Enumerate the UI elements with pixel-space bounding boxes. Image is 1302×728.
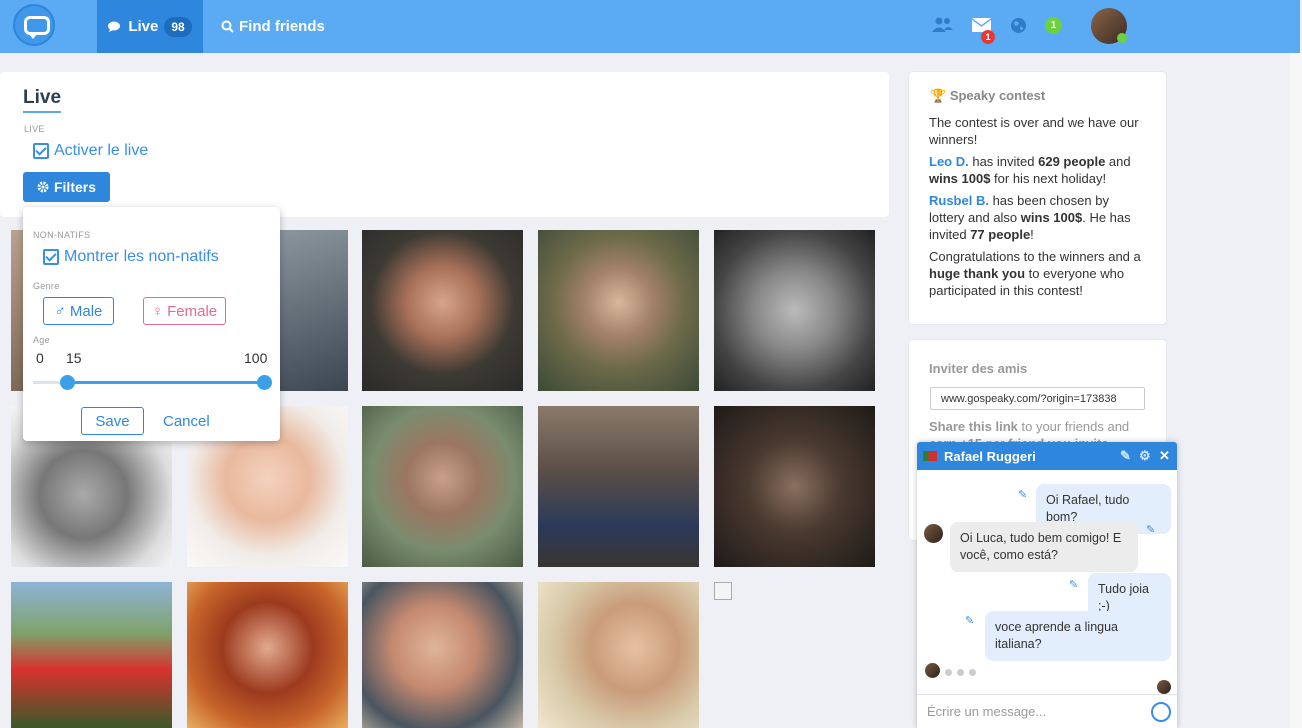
nav-live-label: Live	[128, 18, 159, 35]
age-min-value: 0	[36, 350, 44, 366]
contest-text: 77 people	[970, 227, 1031, 242]
broken-image-icon	[714, 582, 732, 600]
seen-avatar	[1157, 680, 1171, 694]
chat-bubbles-icon	[108, 21, 121, 32]
female-button[interactable]: ♀ Female	[143, 297, 226, 325]
filters-button-label: Filters	[53, 179, 96, 195]
contest-winner-1: Leo D. has invited 629 people and wins 1…	[929, 153, 1144, 187]
contest-text: has invited	[968, 154, 1039, 169]
contest-title-text: Speaky contest	[949, 88, 1046, 103]
winner-2-name-link[interactable]: Rusbel B.	[929, 193, 989, 208]
user-photo[interactable]	[362, 230, 523, 391]
contest-intro: The contest is over and we have our winn…	[929, 115, 1139, 147]
notifications-badge[interactable]: 1	[1045, 17, 1062, 34]
invite-title: Inviter des amis	[929, 361, 1028, 376]
nav-find-friends-label: Find friends	[239, 18, 325, 35]
contact-avatar	[924, 524, 943, 543]
male-button[interactable]: ♂ Male	[43, 297, 114, 325]
male-label: Male	[69, 302, 103, 320]
typing-indicator	[957, 669, 964, 676]
gear-icon	[37, 181, 49, 193]
user-photo[interactable]	[187, 582, 348, 728]
user-photo[interactable]	[714, 230, 875, 391]
search-icon	[221, 20, 234, 33]
contest-congrats: Congratulations to the winners and a hug…	[929, 248, 1144, 299]
contest-text: wins 100$	[929, 171, 991, 186]
pen-icon[interactable]: ✎	[1120, 448, 1131, 464]
trophy-icon: 🏆	[930, 88, 947, 103]
contest-title: 🏆 Speaky contest	[930, 88, 1045, 104]
female-label: Female	[167, 302, 218, 320]
typing-indicator	[945, 669, 952, 676]
chat-message-out: voce aprende a lingua italiana?	[985, 611, 1171, 661]
show-non-natives-label: Montrer les non-natifs	[64, 248, 219, 265]
contact-avatar	[925, 663, 940, 678]
user-photo[interactable]	[538, 582, 699, 728]
genre-label: Genre	[33, 281, 60, 291]
user-photo[interactable]	[538, 406, 699, 567]
contest-text: huge thank you	[929, 266, 1026, 281]
gear-icon[interactable]: ⚙	[1139, 448, 1151, 464]
nav-live-tab[interactable]: Live 98	[97, 0, 203, 53]
save-button[interactable]: Save	[81, 407, 144, 435]
online-status-icon	[1117, 33, 1127, 43]
chat-contact-name[interactable]: Rafael Ruggeri	[944, 449, 1036, 464]
emoji-icon[interactable]	[1151, 702, 1171, 722]
winner-1-name-link[interactable]: Leo D.	[929, 154, 969, 169]
checkbox-icon	[43, 249, 59, 265]
top-navbar: Live 98 Find friends 1 1	[0, 0, 1300, 53]
filters-button[interactable]: Filters	[23, 172, 110, 202]
chat-message-in: Oi Luca, tudo bem comigo! E você, como e…	[950, 522, 1138, 572]
contest-text: wins 100$	[1020, 210, 1083, 225]
typing-indicator	[969, 669, 976, 676]
female-icon: ♀	[151, 302, 164, 320]
age-max-value: 100	[244, 350, 268, 366]
portugal-flag-icon	[923, 451, 937, 461]
nav-find-friends-tab[interactable]: Find friends	[221, 0, 325, 53]
edit-message-icon[interactable]: ✎	[1146, 523, 1155, 536]
male-icon: ♂	[54, 302, 66, 320]
live-count-badge: 98	[164, 16, 192, 37]
page-scrollbar[interactable]	[1290, 53, 1302, 728]
chat-header[interactable]: Rafael Ruggeri ✎ ⚙ ✕	[917, 442, 1177, 470]
contest-text: for his next holiday!	[990, 171, 1107, 186]
speaky-logo-icon[interactable]	[13, 4, 55, 46]
user-photo[interactable]	[538, 230, 699, 391]
show-non-natives-toggle[interactable]: Montrer les non-natifs	[43, 248, 219, 266]
contest-winner-2: Rusbel B. has been chosen by lottery and…	[929, 192, 1144, 243]
contest-text: and	[1105, 154, 1131, 169]
edit-message-icon[interactable]: ✎	[965, 614, 974, 627]
activate-live-toggle[interactable]: Activer le live	[33, 142, 148, 160]
user-photo[interactable]	[11, 582, 172, 728]
invite-link-field[interactable]: www.gospeaky.com/?origin=173838	[930, 387, 1145, 410]
checkbox-icon	[33, 143, 49, 159]
globe-icon[interactable]	[1008, 17, 1028, 35]
edit-message-icon[interactable]: ✎	[1069, 578, 1078, 591]
activate-live-label: Activer le live	[54, 142, 149, 159]
invite-text: Share this link	[929, 419, 1018, 434]
non-natives-label: NON-NATIFS	[33, 230, 91, 240]
user-photo[interactable]	[362, 582, 523, 728]
user-photo[interactable]	[362, 406, 523, 567]
invite-text: to your friends and	[1017, 419, 1130, 434]
contest-text: Congratulations to the winners and a	[929, 249, 1141, 264]
age-slider-range	[67, 381, 264, 384]
chat-input-placeholder: Écrire un message...	[927, 704, 1047, 719]
age-selected-min: 15	[66, 350, 82, 366]
age-slider-max-handle[interactable]	[256, 375, 272, 390]
messages-badge: 1	[981, 30, 995, 44]
page-title: Live	[23, 87, 62, 113]
age-label: Age	[33, 335, 50, 345]
edit-message-icon[interactable]: ✎	[1018, 488, 1027, 501]
chat-message-input[interactable]: Écrire un message...	[917, 694, 1177, 728]
contest-text: !	[1030, 227, 1034, 242]
live-section-label: LIVE	[24, 124, 45, 134]
cancel-button[interactable]: Cancel	[163, 413, 210, 430]
user-photo[interactable]	[714, 406, 875, 567]
contest-text: 629 people	[1038, 154, 1106, 169]
users-icon[interactable]	[932, 17, 953, 35]
chat-window: Rafael Ruggeri ✎ ⚙ ✕ ✎ Oi Rafael, tudo b…	[917, 442, 1177, 728]
close-icon[interactable]: ✕	[1159, 448, 1170, 464]
